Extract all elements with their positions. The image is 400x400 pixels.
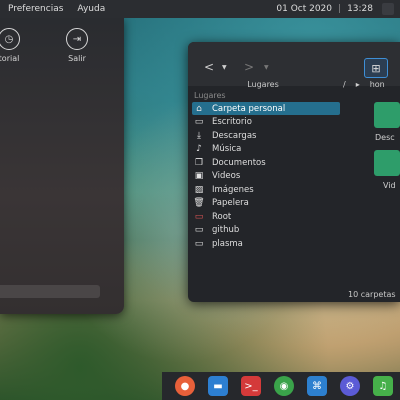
chrome-icon[interactable]: ◉ — [274, 376, 294, 396]
menu-preferencias[interactable]: Preferencias — [8, 4, 63, 14]
sidebar-item-label: Escritorio — [212, 117, 252, 127]
grid-icon: ⊞ — [371, 61, 381, 75]
clock-icon: ◷ — [0, 28, 20, 50]
grid-view-button[interactable]: ⊞ — [364, 58, 388, 78]
sidebar-item-github[interactable]: ▭ github — [192, 224, 340, 237]
sidebar-item-documentos[interactable]: ❐ Documentos — [192, 156, 340, 169]
downloads-folder-icon[interactable] — [374, 102, 400, 128]
folder-icon: ▭ — [194, 238, 204, 249]
clock-time: 13:28 — [347, 4, 373, 14]
file-manager-window: < ▼ > ▼ ⊞ Lugares Lugares / ▸ hon ⌂ Carp… — [188, 42, 400, 302]
music-icon: ♪ — [196, 144, 202, 154]
sidebar-item-papelera[interactable]: 🗑 Papelera — [192, 197, 340, 210]
settings-icon[interactable]: ⚙ — [340, 376, 360, 396]
firefox-icon[interactable]: ● — [175, 376, 195, 396]
sidebar-item-label: Videos — [212, 171, 241, 181]
launcher-panel: ◷ torial ⇥ Salir — [0, 18, 124, 314]
menu-list: Preferencias Ayuda — [0, 4, 105, 14]
root-folder-icon: ▭ — [194, 211, 204, 222]
sidebar-item-videos[interactable]: ▣ Videos — [192, 170, 340, 183]
sidebar-item-plasma[interactable]: ▭ plasma — [192, 237, 340, 250]
sidebar-item-root[interactable]: ▭ Root — [192, 210, 340, 223]
image-icon: ▨ — [194, 184, 204, 195]
sidebar-item-label: Papelera — [212, 198, 249, 208]
sidebar-item-label: Documentos — [212, 157, 266, 168]
clock-date: 01 Oct 2020 — [276, 4, 333, 14]
history-button[interactable]: ◷ torial — [0, 28, 20, 63]
sidebar-item-label: Carpeta personal — [212, 103, 286, 114]
exit-icon: ⇥ — [66, 28, 88, 50]
video-icon: ▣ — [194, 171, 204, 181]
sidebar-section-caption: Lugares — [194, 91, 226, 100]
exit-button[interactable]: ⇥ Salir — [66, 28, 88, 63]
top-menu-bar: Preferencias Ayuda 01 Oct 2020 | 13:28 — [0, 0, 400, 18]
sidebar-title: Lugares — [247, 80, 279, 89]
file-label: Vid — [383, 181, 396, 190]
sidebar-item-label: Root — [212, 211, 232, 222]
forward-button[interactable]: > — [244, 60, 254, 74]
sidebar-item-escritorio[interactable]: ▭ Escritorio — [192, 116, 340, 129]
documents-icon: ❐ — [194, 157, 204, 168]
home-icon: ⌂ — [196, 103, 202, 114]
history-label: torial — [0, 54, 20, 63]
sidebar-item-carpeta-personal[interactable]: ⌂ Carpeta personal — [192, 102, 340, 115]
back-button[interactable]: < — [204, 60, 214, 74]
sidebar-item-imagenes[interactable]: ▨ Imágenes — [192, 183, 340, 196]
clock-separator: | — [338, 4, 342, 14]
forward-history-caret[interactable]: ▼ — [264, 64, 269, 71]
sidebar-item-label: Imágenes — [212, 184, 254, 195]
sidebar-item-label: github — [212, 225, 240, 235]
terminal-icon[interactable]: >_ — [241, 376, 261, 396]
sidebar-item-musica[interactable]: ♪ Música — [192, 143, 340, 156]
download-icon: ⤓ — [197, 130, 201, 141]
sidebar-item-label: Descargas — [212, 130, 257, 141]
sidebar-item-descargas[interactable]: ⤓ Descargas — [192, 129, 340, 142]
menu-ayuda[interactable]: Ayuda — [77, 4, 105, 14]
vscode-icon[interactable]: ⌘ — [307, 376, 327, 396]
status-bar-text: 10 carpetas — [348, 290, 396, 299]
files-icon[interactable]: ▬ — [208, 376, 228, 396]
file-label: Desc — [375, 133, 395, 142]
sidebar-item-label: plasma — [212, 238, 243, 249]
exit-label: Salir — [68, 54, 86, 63]
breadcrumb-root[interactable]: / — [343, 80, 346, 89]
trash-icon: 🗑 — [193, 198, 205, 208]
dock: ● ▬ >_ ◉ ⌘ ⚙ ♫ — [162, 372, 400, 400]
back-history-caret[interactable]: ▼ — [222, 64, 227, 71]
sidebar-item-label: Música — [212, 144, 242, 154]
launcher-search-field[interactable] — [0, 285, 100, 298]
music-app-icon[interactable]: ♫ — [373, 376, 393, 396]
videos-folder-icon[interactable] — [374, 150, 400, 176]
desktop-icon: ▭ — [194, 117, 204, 127]
breadcrumb: / ▸ hon — [343, 80, 385, 89]
breadcrumb-arrow: ▸ — [355, 80, 360, 89]
breadcrumb-home[interactable]: hon — [370, 80, 385, 89]
folder-icon: ▭ — [194, 225, 204, 235]
tray-icon[interactable] — [382, 3, 394, 15]
